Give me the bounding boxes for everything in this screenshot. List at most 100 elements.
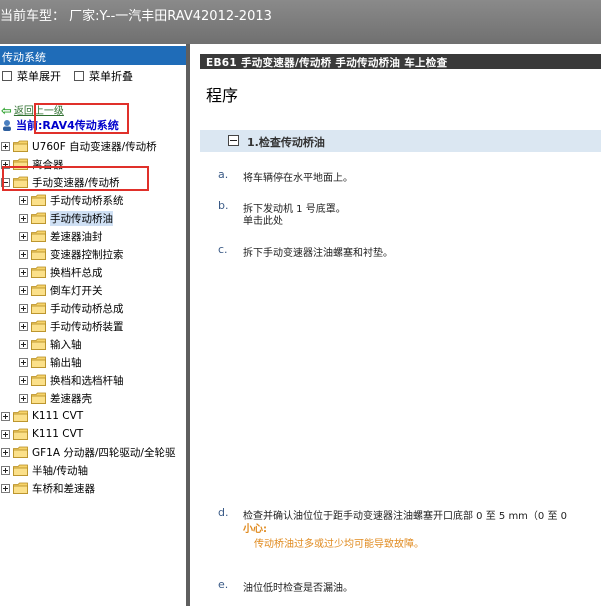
step-a-text: 将车辆停在水平地面上。 bbox=[243, 173, 353, 184]
expand-node-icon[interactable] bbox=[1, 465, 10, 475]
expand-node-icon[interactable] bbox=[19, 339, 28, 349]
folder-icon bbox=[31, 284, 46, 296]
collapse-section-icon[interactable] bbox=[228, 135, 239, 146]
expand-node-icon[interactable] bbox=[1, 447, 10, 457]
tree-item[interactable]: 换档杆总成 bbox=[19, 264, 103, 280]
step-b-letter: b. bbox=[218, 199, 229, 212]
highlight-box-current bbox=[34, 103, 129, 134]
step-a-letter: a. bbox=[218, 168, 229, 181]
folder-icon bbox=[31, 320, 46, 332]
highlight-box-manual-transmission bbox=[2, 166, 149, 191]
folder-icon bbox=[31, 230, 46, 242]
expand-node-icon[interactable] bbox=[19, 303, 28, 313]
content-panel: EB61 手动变速器/传动桥 手动传动桥油 车上检查 程序 1.检查传动桥油 a… bbox=[190, 44, 601, 606]
folder-icon bbox=[31, 374, 46, 386]
tree-item[interactable]: U760F 自动变速器/传动桥 bbox=[1, 138, 157, 154]
folder-icon bbox=[31, 338, 46, 350]
expand-node-icon[interactable] bbox=[1, 411, 10, 421]
current-vehicle-label: 当前车型： 厂家:Y--一汽丰田RAV42012-2013 bbox=[0, 9, 272, 24]
tree-item[interactable]: 车桥和差速器 bbox=[1, 480, 95, 496]
folder-icon bbox=[13, 140, 28, 152]
expand-node-icon[interactable] bbox=[19, 249, 28, 259]
tree-item-label: 变速器控制拉索 bbox=[50, 248, 124, 261]
tree-item-label: GF1A 分动器/四轮驱动/全轮驱 bbox=[32, 446, 176, 459]
caution-title: 小心: bbox=[243, 524, 267, 535]
tree-item-label: 手动传动桥总成 bbox=[50, 302, 124, 315]
tree-item-label: 车桥和差速器 bbox=[32, 482, 95, 495]
left-panel-title: 传动系统 bbox=[2, 51, 46, 64]
content-header-title: EB61 手动变速器/传动桥 手动传动桥油 车上检查 bbox=[206, 57, 448, 69]
tree-item[interactable]: K111 CVT bbox=[1, 408, 83, 424]
tree-item[interactable]: 差速器壳 bbox=[19, 390, 92, 406]
expand-node-icon[interactable] bbox=[1, 483, 10, 493]
tree-item-label: 手动传动桥装置 bbox=[50, 320, 124, 333]
folder-icon bbox=[13, 410, 28, 422]
collapse-icon bbox=[74, 71, 84, 81]
folder-icon bbox=[31, 302, 46, 314]
expand-node-icon[interactable] bbox=[19, 321, 28, 331]
step-d-letter: d. bbox=[218, 506, 229, 519]
folder-icon bbox=[31, 356, 46, 368]
tree-item[interactable]: 差速器油封 bbox=[19, 228, 103, 244]
folder-icon bbox=[13, 464, 28, 476]
tree-item-label: 输出轴 bbox=[50, 356, 82, 369]
folder-icon bbox=[13, 446, 28, 458]
tree-item-label: 输入轴 bbox=[50, 338, 82, 351]
tree-item[interactable]: 换档和选档杆轴 bbox=[19, 372, 124, 388]
expand-node-icon[interactable] bbox=[19, 285, 28, 295]
caution-text: 传动桥油过多或过少均可能导致故障。 bbox=[254, 539, 424, 550]
tree-item-label: 差速器油封 bbox=[50, 230, 103, 243]
step-c-text: 拆下手动变速器注油螺塞和衬垫。 bbox=[243, 248, 393, 259]
folder-icon bbox=[31, 266, 46, 278]
tree-item-label: K111 CVT bbox=[32, 428, 84, 440]
step-d-text: 检查并确认油位位于距手动变速器注油螺塞开口底部 0 至 5 mm（0 至 0 bbox=[243, 511, 568, 522]
left-nav-panel: 传动系统 菜单展开 菜单折叠 ⇦ 返回上一级 当前:RAV4传动系统 U760F … bbox=[0, 44, 186, 606]
expand-node-icon[interactable] bbox=[19, 357, 28, 367]
expand-icon bbox=[2, 71, 12, 81]
folder-icon bbox=[31, 248, 46, 260]
expand-node-icon[interactable] bbox=[19, 231, 28, 241]
folder-icon bbox=[31, 392, 46, 404]
tree-item-label: U760F 自动变速器/传动桥 bbox=[32, 140, 157, 153]
tree-item[interactable]: 输出轴 bbox=[19, 354, 82, 370]
expand-node-icon[interactable] bbox=[19, 393, 28, 403]
folder-icon bbox=[31, 194, 46, 206]
tree-item[interactable]: GF1A 分动器/四轮驱动/全轮驱 bbox=[1, 444, 175, 460]
folder-icon bbox=[13, 428, 28, 440]
expand-node-icon[interactable] bbox=[19, 195, 28, 205]
step-e-letter: e. bbox=[218, 578, 229, 591]
tree-item[interactable]: 输入轴 bbox=[19, 336, 82, 352]
step-c-letter: c. bbox=[218, 243, 228, 256]
tree-item-label: 差速器壳 bbox=[50, 392, 92, 405]
user-icon bbox=[3, 120, 11, 131]
tree-item-label: 手动传动桥系统 bbox=[50, 194, 124, 207]
click-here-link[interactable]: 单击此处 bbox=[243, 212, 283, 227]
folder-icon bbox=[31, 212, 46, 224]
tree-item[interactable]: 倒车灯开关 bbox=[19, 282, 103, 298]
tree-item[interactable]: 手动传动桥油 bbox=[19, 210, 113, 226]
tree-item[interactable]: 手动传动桥装置 bbox=[19, 318, 124, 334]
expand-node-icon[interactable] bbox=[1, 141, 10, 151]
tree-item-label: 手动传动桥油 bbox=[50, 210, 113, 226]
expand-node-icon[interactable] bbox=[19, 375, 28, 385]
top-banner: 当前车型： 厂家:Y--一汽丰田RAV42012-2013 bbox=[0, 0, 601, 44]
section-header[interactable]: 1.检查传动桥油 bbox=[200, 130, 601, 152]
left-panel-header: 传动系统 bbox=[0, 46, 186, 65]
tree-item[interactable]: 手动传动桥总成 bbox=[19, 300, 124, 316]
tree-item-label: 半轴/传动轴 bbox=[32, 464, 89, 477]
expand-all-button[interactable]: 菜单展开 bbox=[2, 68, 61, 84]
folder-icon bbox=[13, 482, 28, 494]
expand-node-icon[interactable] bbox=[19, 213, 28, 223]
tree-item-label: K111 CVT bbox=[32, 410, 84, 422]
expand-node-icon[interactable] bbox=[19, 267, 28, 277]
page-title: 程序 bbox=[206, 86, 239, 105]
tree-item[interactable]: 半轴/传动轴 bbox=[1, 462, 88, 478]
section-title: 1.检查传动桥油 bbox=[247, 136, 325, 149]
tree-item[interactable]: 变速器控制拉索 bbox=[19, 246, 124, 262]
tree-item[interactable]: K111 CVT bbox=[1, 426, 83, 442]
tree-item[interactable]: 手动传动桥系统 bbox=[19, 192, 124, 208]
step-e-text: 油位低时检查是否漏油。 bbox=[243, 583, 353, 594]
expand-node-icon[interactable] bbox=[1, 429, 10, 439]
collapse-all-button[interactable]: 菜单折叠 bbox=[74, 68, 133, 84]
tree-item-label: 换档和选档杆轴 bbox=[50, 374, 124, 387]
